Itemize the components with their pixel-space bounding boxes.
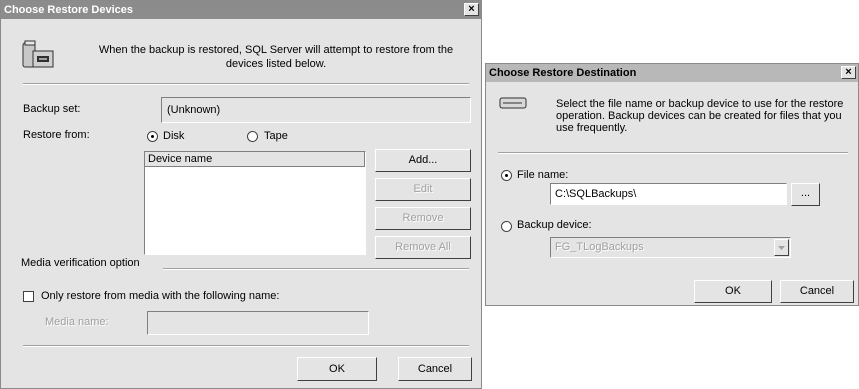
title-bar[interactable]: Choose Restore Devices [1, 1, 481, 19]
file-name-value: C:\SQLBackups\ [555, 188, 637, 200]
intro-text: Select the file name or backup device to… [556, 98, 844, 134]
edit-button[interactable]: Edit [375, 178, 471, 201]
only-restore-checkbox[interactable] [23, 291, 34, 302]
remove-button-label: Remove [402, 212, 444, 224]
browse-button-label: ... [800, 187, 811, 199]
cancel-button[interactable]: Cancel [398, 357, 472, 381]
chevron-down-icon [778, 246, 785, 250]
choose-restore-destination-dialog: Choose Restore Destination × Select the … [485, 63, 859, 306]
backup-device-icon [22, 40, 54, 68]
device-name-column-label: Device name [148, 153, 213, 165]
disk-label: Disk [163, 130, 185, 142]
drive-icon [499, 97, 527, 109]
dialog-title: Choose Restore Devices [4, 4, 133, 16]
separator-top [23, 83, 469, 85]
cancel-button-label: Cancel [799, 285, 835, 297]
close-button[interactable]: × [841, 66, 856, 79]
device-list[interactable]: Device name [144, 151, 366, 255]
separator-media [163, 268, 469, 270]
backup-device-value: FG_TLogBackups [555, 241, 644, 253]
cancel-button[interactable]: Cancel [780, 280, 854, 303]
backup-set-field: (Unknown) [161, 97, 471, 123]
only-restore-label: Only restore from media with the followi… [41, 290, 280, 302]
file-name-input[interactable]: C:\SQLBackups\ [550, 183, 787, 205]
file-name-label: File name: [517, 169, 569, 181]
intro-text: When the backup is restored, SQL Server … [98, 44, 454, 70]
ok-button[interactable]: OK [694, 280, 772, 303]
cancel-button-label: Cancel [417, 363, 453, 375]
remove-all-button[interactable]: Remove All [375, 236, 471, 259]
dropdown-arrow-button[interactable] [774, 239, 789, 256]
close-icon: × [845, 66, 852, 78]
disk-radio[interactable] [147, 131, 158, 142]
backup-device-radio[interactable] [501, 221, 512, 232]
remove-all-button-label: Remove All [395, 241, 451, 253]
close-button[interactable]: × [464, 3, 479, 16]
title-bar[interactable]: Choose Restore Destination [486, 64, 858, 82]
separator-top [498, 152, 848, 154]
backup-device-label: Backup device: [517, 219, 592, 231]
backup-set-label: Backup set: [23, 103, 81, 115]
backup-set-value: (Unknown) [167, 104, 221, 116]
ok-button[interactable]: OK [297, 357, 377, 381]
media-verification-label: Media verification option [21, 257, 140, 269]
device-name-column-header[interactable]: Device name [145, 152, 365, 167]
remove-button[interactable]: Remove [375, 207, 471, 230]
close-icon: × [468, 3, 475, 15]
media-name-label: Media name: [45, 316, 109, 328]
tape-label: Tape [264, 130, 288, 142]
media-name-field[interactable] [147, 311, 369, 335]
dialog-title: Choose Restore Destination [489, 67, 637, 79]
edit-button-label: Edit [413, 183, 433, 195]
ok-button-label: OK [725, 285, 741, 297]
add-button[interactable]: Add... [375, 149, 471, 172]
backup-device-dropdown[interactable]: FG_TLogBackups [550, 237, 791, 258]
browse-button[interactable]: ... [791, 183, 820, 206]
tape-radio[interactable] [247, 131, 258, 142]
add-button-label: Add... [408, 154, 438, 166]
separator-bottom [23, 345, 469, 347]
ok-button-label: OK [329, 363, 345, 375]
file-name-radio[interactable] [501, 170, 512, 181]
choose-restore-devices-dialog: Choose Restore Devices × When the backup… [0, 0, 482, 389]
restore-from-label: Restore from: [23, 129, 90, 141]
